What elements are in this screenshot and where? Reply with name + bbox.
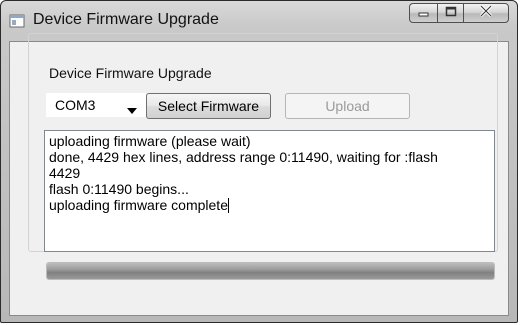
groupbox-legend: Device Firmware Upgrade xyxy=(46,65,215,81)
log-line: uploading firmware complete xyxy=(49,197,228,213)
log-line: 4429 xyxy=(49,165,81,181)
select-firmware-button[interactable]: Select Firmware xyxy=(146,93,271,119)
com-port-value: COM3 xyxy=(55,97,96,113)
log-line: done, 4429 hex lines, address range 0:11… xyxy=(49,149,438,165)
minimize-icon xyxy=(418,4,430,22)
log-line: flash 0:11490 begins... xyxy=(49,181,189,197)
chevron-down-icon xyxy=(127,101,137,117)
log-line-last: uploading firmware complete xyxy=(49,197,490,213)
text-caret xyxy=(227,198,229,213)
upload-progress-bar xyxy=(46,262,495,280)
maximize-icon xyxy=(445,4,457,22)
device-window-icon xyxy=(9,13,25,29)
log-line: uploading firmware (please wait) xyxy=(49,133,251,149)
maximize-button[interactable] xyxy=(437,3,463,23)
minimize-button[interactable] xyxy=(409,3,437,23)
progress-fill xyxy=(47,263,494,279)
upload-button[interactable]: Upload xyxy=(285,93,410,119)
window-title: Device Firmware Upgrade xyxy=(33,11,219,28)
caption-buttons xyxy=(409,3,509,25)
close-button[interactable] xyxy=(463,3,509,23)
log-textarea[interactable]: uploading firmware (please wait) done, 4… xyxy=(44,130,495,252)
com-port-select[interactable]: COM3 xyxy=(46,93,146,117)
close-icon xyxy=(479,4,493,22)
